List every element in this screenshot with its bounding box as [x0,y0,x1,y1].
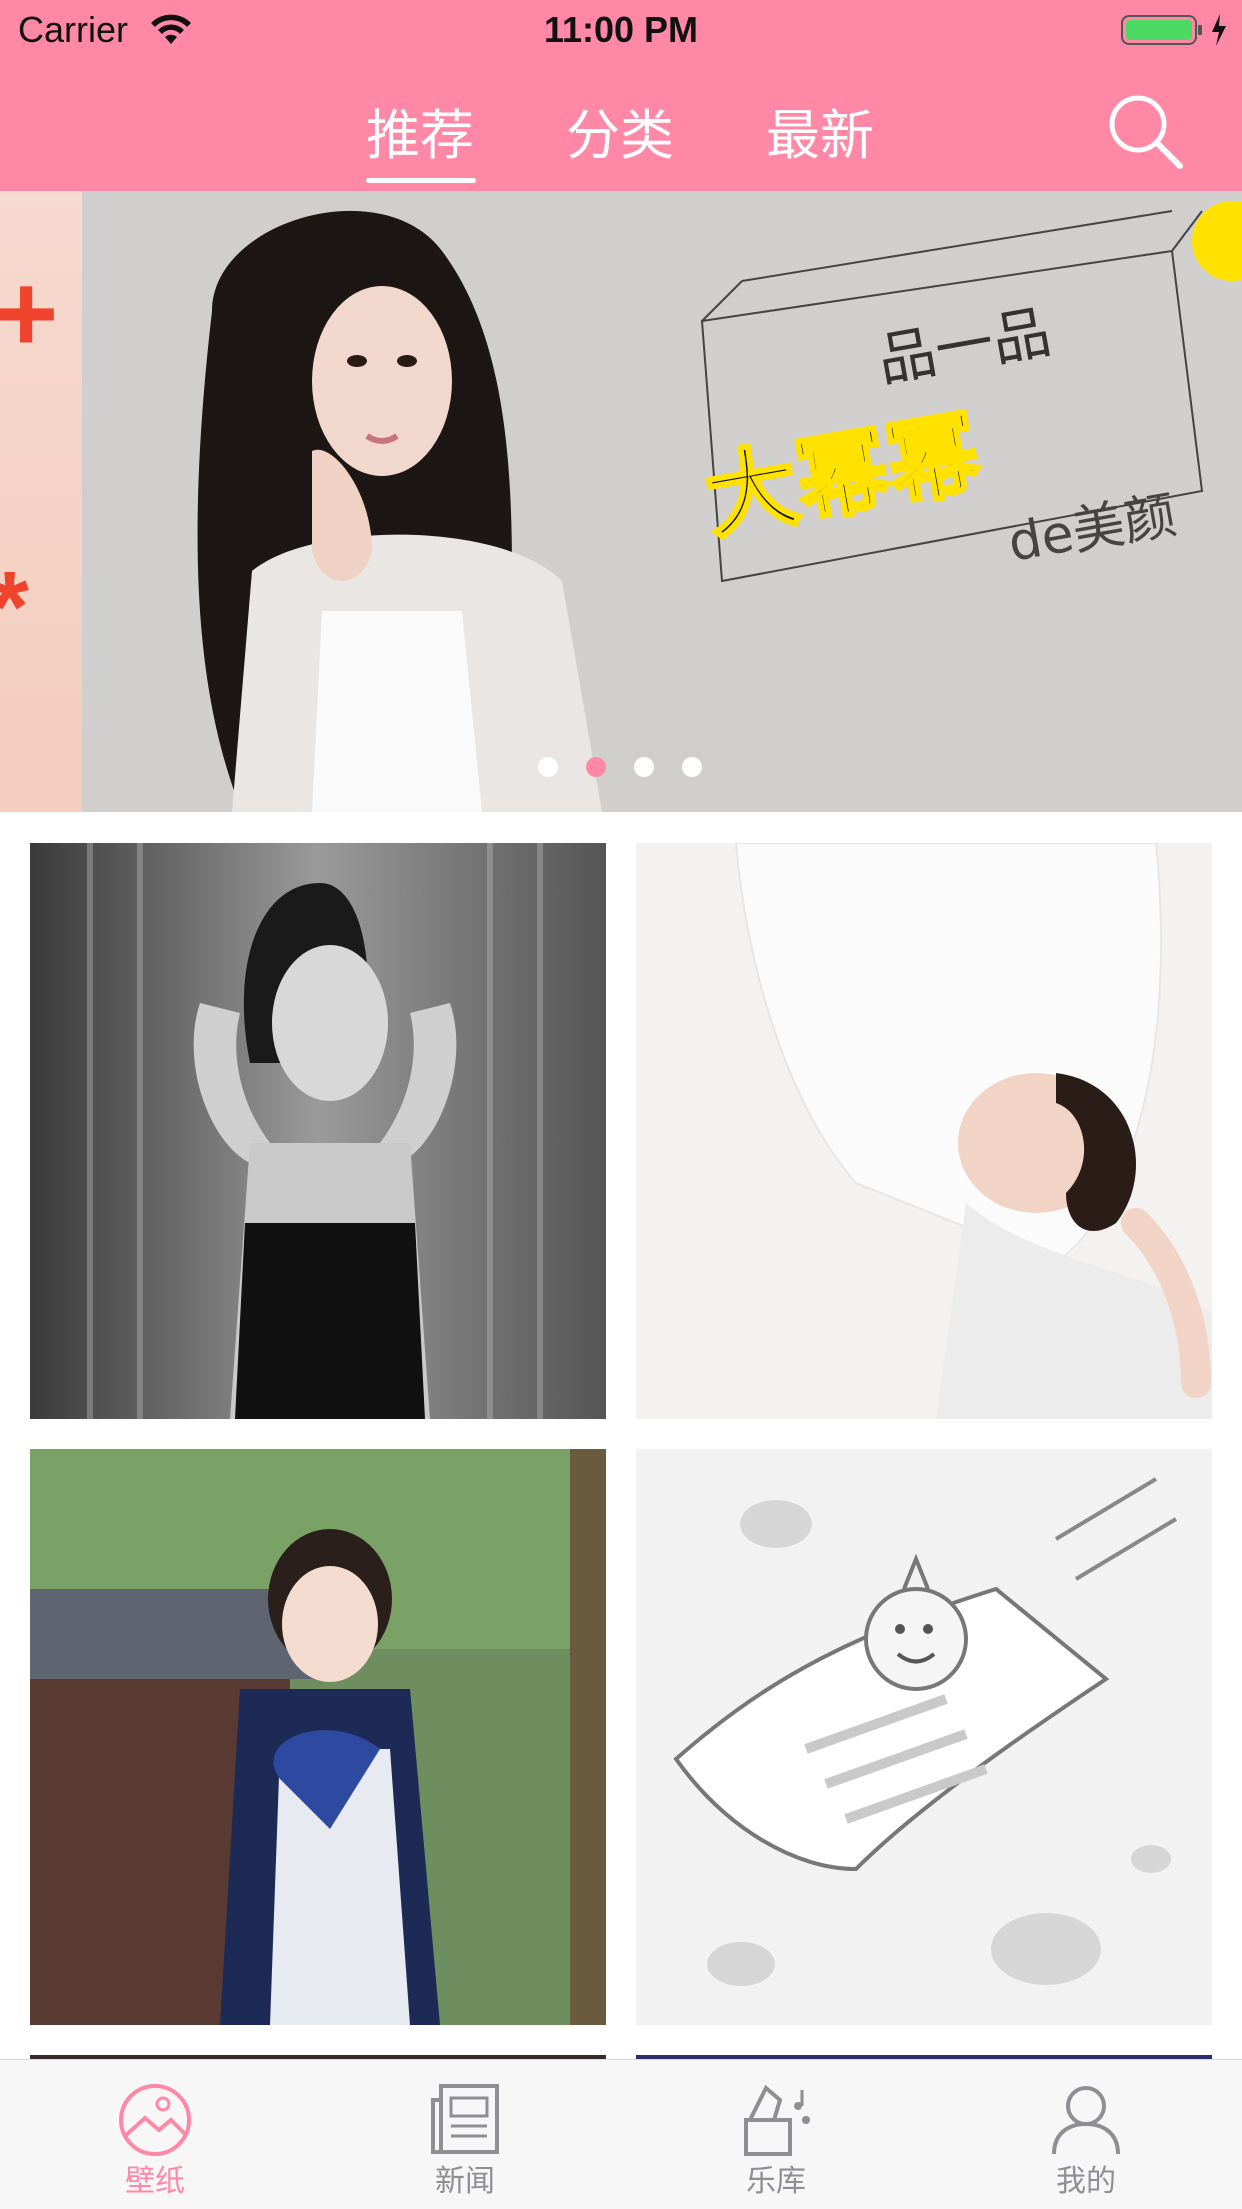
status-time: 11:00 PM [543,9,699,50]
page-dot-2[interactable] [586,757,606,777]
banner-photo: 品一品 大幂幂 de美颜 [82,191,1242,812]
music-library-icon [744,2084,810,2156]
tabbar-item-music-library[interactable]: 乐库 [621,2060,931,2209]
tabbar-label-profile: 我的 [1056,2165,1116,2198]
tab-recommend[interactable]: 推荐 [366,96,474,176]
banner-previous-slide: + * [0,191,82,812]
tabbar-item-wallpaper[interactable]: 壁纸 [0,2060,310,2209]
tabbar-label-wallpaper: 壁纸 [125,2165,185,2198]
news-icon [431,2084,499,2154]
tabbar-item-news[interactable]: 新闻 [310,2060,620,2209]
page-dot-1[interactable] [538,757,558,777]
bottom-tab-bar: 壁纸 新闻 乐库 我的 [0,2059,1242,2209]
banner-slide[interactable]: 品一品 大幂幂 de美颜 [82,191,1242,812]
wallpaper-thumbnail-1[interactable] [30,843,606,1419]
profile-icon [1052,2086,1120,2155]
wallpaper-placeholder[interactable] [636,1449,1212,2025]
tabbar-label-news: 新闻 [435,2165,495,2198]
wallpaper-icon [119,2084,191,2156]
tabbar-label-music-library: 乐库 [746,2165,806,2198]
tab-category[interactable]: 分类 [566,96,674,176]
wallpaper-thumbnail-2[interactable] [636,843,1212,1419]
search-icon[interactable] [1100,86,1190,176]
wallpaper-thumbnail-3[interactable] [30,1449,606,2025]
battery-icon [1121,14,1226,46]
page-dot-3[interactable] [634,757,654,777]
page-dot-4[interactable] [682,757,702,777]
charging-bolt-icon [1212,14,1226,46]
svg-text:*: * [0,551,29,663]
top-tabs: 推荐 分类 最新 [340,96,900,186]
banner-carousel[interactable]: + * 品一品 [0,191,1242,812]
top-header: Carrier 11:00 PM 推荐 分类 最新 [0,0,1242,191]
svg-text:+: + [0,252,58,375]
tab-latest[interactable]: 最新 [766,96,874,176]
tab-selected-indicator [366,178,476,183]
tabbar-item-profile[interactable]: 我的 [931,2060,1241,2209]
loading-placeholder-illustration [636,1449,1212,2025]
